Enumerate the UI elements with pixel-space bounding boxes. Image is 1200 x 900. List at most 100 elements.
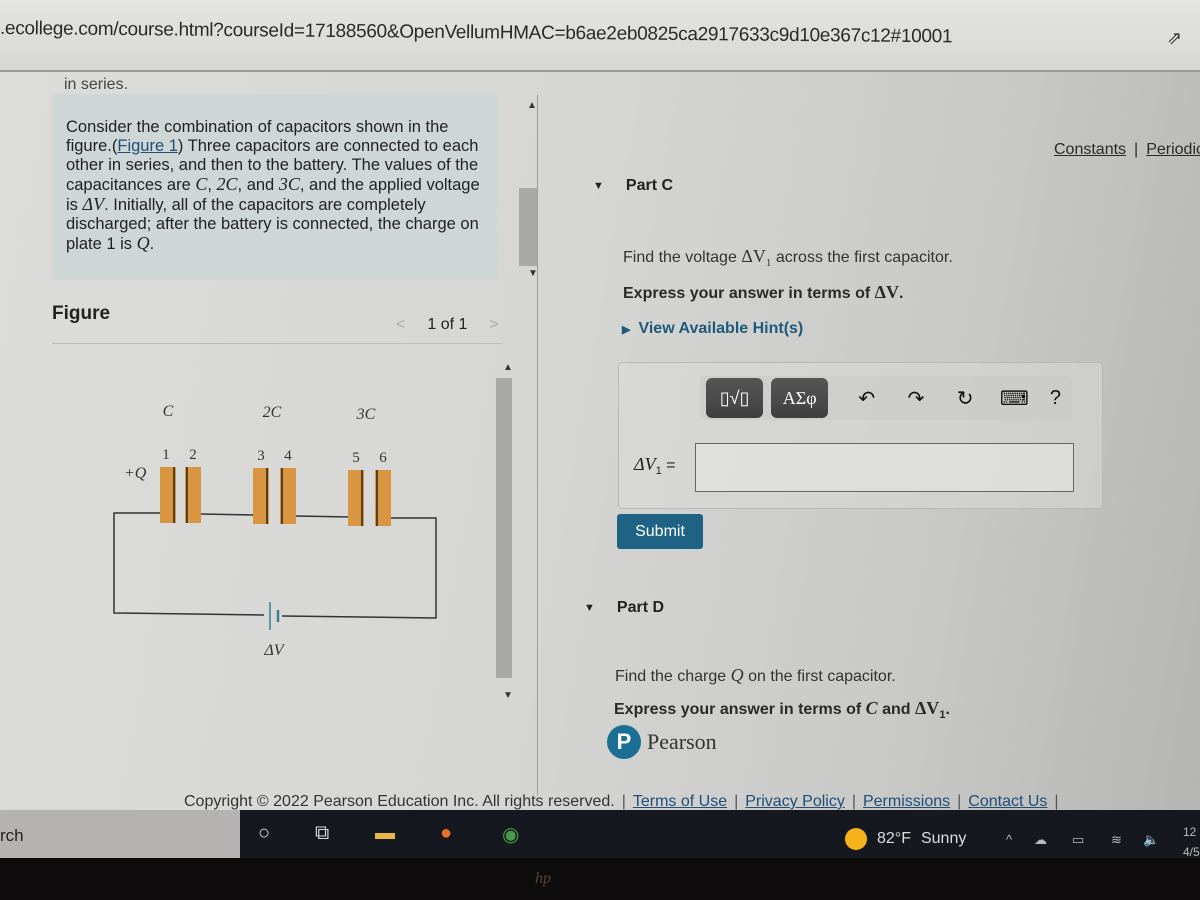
pearson-logo-icon: P: [607, 725, 641, 759]
instruction-text: Express your answer in terms of: [614, 701, 866, 718]
intro-scrollbar-thumb[interactable]: [519, 188, 537, 266]
separator: |: [957, 793, 962, 810]
wifi-icon[interactable]: ≋: [1111, 832, 1122, 848]
instruction-text: and: [877, 701, 916, 718]
instruction-text: Express your answer in terms of: [623, 285, 875, 302]
intro-scroll-up[interactable]: ▲: [527, 100, 537, 111]
part-d-header[interactable]: ▼ Part D: [584, 599, 664, 617]
figure-1-link[interactable]: Figure 1: [117, 137, 178, 155]
math-toolbar: ▯√▯ ΑΣφ ↶ ↷ ↻ ⌨ ?: [700, 376, 1072, 420]
question-text: across the first capacitor.: [771, 249, 953, 266]
answer-lhs-label: ΔV1 =: [634, 454, 675, 477]
separator: |: [1134, 141, 1139, 158]
var-c: C: [865, 698, 878, 718]
weather-desc: Sunny: [920, 830, 967, 847]
figure-scroll-down[interactable]: ▼: [503, 690, 513, 701]
redo-icon[interactable]: ↷: [899, 386, 932, 411]
charge-label: +Q: [124, 465, 147, 482]
part-d-question: Find the charge Q on the first capacitor…: [615, 665, 896, 686]
system-clock[interactable]: 12 4/5: [1183, 822, 1200, 862]
var-delta-v: ΔV: [82, 194, 105, 214]
file-explorer-icon[interactable]: ▬: [375, 822, 395, 845]
part-c-question: Find the voltage ΔV1 across the first ca…: [623, 246, 953, 269]
var-c: C: [195, 174, 208, 194]
reset-icon[interactable]: ↻: [949, 386, 982, 411]
part-c-instructions: Express your answer in terms of ΔV.: [623, 282, 903, 303]
task-view-icon[interactable]: ⧉: [315, 822, 329, 845]
chrome-icon[interactable]: ◉: [502, 822, 519, 847]
var-delta-v: ΔV: [874, 282, 899, 302]
volume-icon[interactable]: 🔈: [1143, 832, 1159, 848]
pearson-brand: P Pearson: [607, 725, 717, 759]
undo-icon[interactable]: ↶: [850, 386, 883, 411]
permissions-link[interactable]: Permissions: [863, 793, 950, 810]
plate-number-4: 4: [284, 448, 292, 464]
chevron-right-icon[interactable]: >: [489, 316, 498, 334]
contact-link[interactable]: Contact Us: [968, 793, 1047, 810]
figure-divider: [52, 343, 502, 344]
cap-label-c: C: [163, 403, 174, 420]
separator: |: [621, 793, 626, 810]
figure-scroll-up[interactable]: ▲: [503, 362, 513, 373]
plate-number-6: 6: [379, 450, 387, 466]
help-icon[interactable]: ?: [1039, 387, 1072, 410]
circuit-wire: [113, 512, 265, 616]
part-c-header[interactable]: ▼ Part C: [593, 177, 673, 195]
submit-button[interactable]: Submit: [617, 514, 703, 549]
capacitor-circuit-diagram: C 2C 3C 1 2 3 4 5 6 +Q ΔV: [113, 403, 437, 659]
weather-widget[interactable]: 82°F Sunny: [845, 828, 966, 850]
part-d-title: Part D: [616, 599, 665, 616]
templates-button[interactable]: ▯√▯: [706, 378, 764, 418]
question-text: on the first capacitor.: [743, 668, 896, 685]
panel-divider: [537, 95, 538, 795]
plate-number-2: 2: [189, 447, 197, 463]
var-q: Q: [136, 233, 150, 253]
firefox-icon[interactable]: ●: [440, 822, 452, 845]
plate-number-1: 1: [162, 447, 170, 463]
answer-input[interactable]: [695, 443, 1074, 492]
part-c-title: Part C: [625, 177, 674, 194]
chevron-left-icon[interactable]: <: [396, 316, 405, 334]
onedrive-icon[interactable]: ☁: [1034, 832, 1047, 848]
var-2c: 2C: [216, 174, 238, 194]
keyboard-icon[interactable]: ⌨: [998, 386, 1031, 411]
collapse-triangle-icon[interactable]: ▼: [593, 180, 604, 192]
taskbar-search-text[interactable]: rch: [0, 826, 24, 846]
privacy-link[interactable]: Privacy Policy: [745, 793, 845, 810]
figure-page-indicator: 1 of 1: [427, 316, 468, 333]
period: .: [945, 701, 950, 718]
browser-address-bar[interactable]: .ecollege.com/course.html?courseId=17188…: [0, 0, 1200, 72]
weather-temp: 82°F: [877, 830, 911, 847]
pearson-name: Pearson: [647, 729, 717, 754]
separator: |: [1054, 793, 1059, 810]
figure-scrollbar-thumb[interactable]: [496, 378, 512, 678]
circuit-wire: [199, 513, 259, 516]
period: .: [149, 235, 155, 253]
cortana-icon[interactable]: ○: [258, 822, 270, 845]
view-hints-toggle[interactable]: ▶ View Available Hint(s): [622, 320, 803, 338]
taskbar-search-box[interactable]: [0, 810, 240, 858]
equals-sign: =: [661, 457, 676, 474]
periodic-table-link[interactable]: Periodic Table: [1146, 141, 1200, 158]
cap-label-2c: 2C: [263, 404, 282, 421]
greek-symbols-button[interactable]: ΑΣφ: [771, 378, 829, 418]
battery-label: ΔV: [263, 642, 285, 659]
question-text: Find the voltage: [623, 249, 742, 266]
question-text: Find the charge: [615, 668, 731, 685]
cap-label-3c: 3C: [356, 406, 376, 423]
laptop-bezel: [0, 858, 1200, 900]
sep: , and: [237, 176, 279, 194]
sun-icon: [845, 828, 867, 850]
battery-icon[interactable]: ▭: [1072, 832, 1084, 848]
constants-link[interactable]: Constants: [1054, 141, 1126, 158]
url-text[interactable]: .ecollege.com/course.html?courseId=17188…: [0, 18, 952, 48]
copyright-text: Copyright © 2022 Pearson Education Inc. …: [184, 793, 615, 810]
terms-link[interactable]: Terms of Use: [633, 793, 727, 810]
var-q: Q: [730, 665, 744, 685]
share-icon[interactable]: ⇗: [1167, 28, 1182, 49]
resource-links: Constants | Periodic Table: [1054, 141, 1200, 159]
var-3c: 3C: [278, 174, 300, 194]
show-hidden-icons[interactable]: ^: [1006, 832, 1012, 847]
collapse-triangle-icon[interactable]: ▼: [584, 602, 595, 614]
var-delta-v: ΔV: [915, 698, 940, 718]
